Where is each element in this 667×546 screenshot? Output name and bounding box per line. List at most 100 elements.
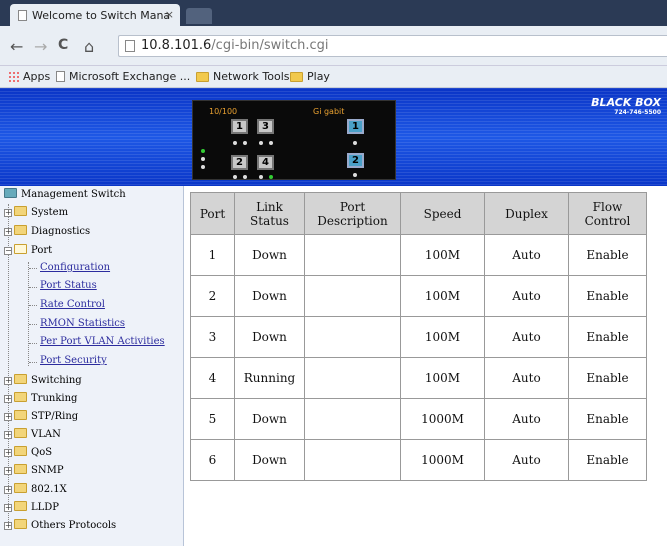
- port-status-table: Port Link Status Port Description Speed …: [190, 192, 647, 481]
- cell-port-description: [304, 398, 401, 440]
- folder-icon: [14, 428, 27, 438]
- table-row: 4 Running 100M Auto Enable: [190, 357, 647, 399]
- cell-link-status: Down: [234, 398, 305, 440]
- cell-flow-control: Enable: [568, 234, 647, 276]
- sidebar-item-system[interactable]: + System: [4, 206, 68, 218]
- cell-flow-control: Enable: [568, 316, 647, 358]
- expand-icon[interactable]: +: [4, 431, 12, 439]
- forward-button[interactable]: →: [34, 37, 47, 56]
- bookmark-play[interactable]: Play: [290, 70, 330, 83]
- folder-icon: [14, 374, 27, 384]
- sidebar-link-per-port-vlan[interactable]: Per Port VLAN Activities: [40, 336, 165, 347]
- cell-link-status: Down: [234, 316, 305, 358]
- cell-port: 3: [190, 316, 235, 358]
- collapse-icon[interactable]: −: [4, 247, 12, 255]
- tab-title: Welcome to Switch Mana: [32, 9, 171, 22]
- expand-icon[interactable]: +: [4, 413, 12, 421]
- cell-port: 6: [190, 439, 235, 481]
- sidebar-item-port[interactable]: − Port: [4, 244, 52, 256]
- table-header-row: Port Link Status Port Description Speed …: [190, 192, 647, 235]
- cell-port-description: [304, 439, 401, 481]
- bookmarks-bar: Apps Microsoft Exchange ... Network Tool…: [0, 66, 667, 88]
- cell-duplex: Auto: [484, 357, 569, 399]
- expand-icon[interactable]: +: [4, 467, 12, 475]
- column-header-port: Port: [190, 192, 235, 235]
- tree-branch: [29, 324, 37, 325]
- port-led: [243, 175, 247, 179]
- bookmark-exchange[interactable]: Microsoft Exchange ...: [56, 70, 190, 83]
- folder-icon: [196, 72, 209, 82]
- port-led: [233, 141, 237, 145]
- sidebar-item-diagnostics[interactable]: + Diagnostics: [4, 225, 90, 237]
- tree-branch: [29, 287, 37, 288]
- network-icon: [4, 188, 17, 198]
- sidebar-item-8021x[interactable]: +802.1X: [4, 483, 67, 495]
- sidebar-item-lldp[interactable]: + LLDP: [4, 501, 59, 513]
- cell-link-status: Down: [234, 275, 305, 317]
- expand-icon[interactable]: +: [4, 209, 12, 217]
- port-led: [353, 141, 357, 145]
- bookmark-network-tools[interactable]: Network Tools: [196, 70, 290, 83]
- cell-speed: 100M: [400, 357, 485, 399]
- tree-guide: [28, 262, 29, 366]
- gigabit-port-1-icon[interactable]: 1: [347, 119, 364, 134]
- tree-root[interactable]: Management Switch: [4, 188, 126, 200]
- browser-tab[interactable]: Welcome to Switch Mana ×: [10, 4, 180, 26]
- sidebar-item-snmp[interactable]: + SNMP: [4, 464, 64, 476]
- port-1-icon[interactable]: 1: [231, 119, 248, 134]
- column-header-flow-control: Flow Control: [568, 192, 647, 235]
- port-led: [259, 141, 263, 145]
- table-row: 3 Down 100M Auto Enable: [190, 316, 647, 358]
- sidebar-link-rate-control[interactable]: Rate Control: [40, 299, 105, 310]
- sidebar-item-stp-ring[interactable]: + STP/Ring: [4, 410, 78, 422]
- sidebar-item-switching[interactable]: + Switching: [4, 374, 82, 386]
- cell-flow-control: Enable: [568, 357, 647, 399]
- gigabit-port-2-icon[interactable]: 2: [347, 153, 364, 168]
- port-4-icon[interactable]: 4: [257, 155, 274, 170]
- port-3-icon[interactable]: 3: [257, 119, 274, 134]
- sidebar-item-trunking[interactable]: + Trunking: [4, 392, 77, 404]
- sidebar-link-configuration[interactable]: Configuration: [40, 262, 110, 273]
- browser-tabstrip: Welcome to Switch Mana ×: [0, 0, 667, 26]
- sidebar-item-vlan[interactable]: + VLAN: [4, 428, 61, 440]
- new-tab-button[interactable]: [186, 8, 212, 24]
- expand-icon[interactable]: +: [4, 486, 12, 494]
- port-led: [233, 175, 237, 179]
- address-bar[interactable]: 10.8.101.6/cgi-bin/switch.cgi: [118, 35, 667, 57]
- fe-speed-label: 10/100: [209, 107, 238, 116]
- expand-icon[interactable]: +: [4, 522, 12, 530]
- cell-speed: 100M: [400, 275, 485, 317]
- apps-icon: [8, 71, 19, 82]
- cell-flow-control: Enable: [568, 439, 647, 481]
- expand-icon[interactable]: +: [4, 449, 12, 457]
- expand-icon[interactable]: +: [4, 377, 12, 385]
- cell-speed: 1000M: [400, 439, 485, 481]
- table-row: 1 Down 100M Auto Enable: [190, 234, 647, 276]
- home-button[interactable]: ⌂: [84, 37, 94, 56]
- sidebar-item-others-protocols[interactable]: + Others Protocols: [4, 519, 116, 531]
- sidebar-item-qos[interactable]: + QoS: [4, 446, 52, 458]
- port-led-active: [269, 175, 273, 179]
- sidebar-link-rmon-statistics[interactable]: RMON Statistics: [40, 318, 125, 329]
- folder-icon: [14, 483, 27, 493]
- expand-icon[interactable]: +: [4, 395, 12, 403]
- cell-port-description: [304, 316, 401, 358]
- cell-port-description: [304, 234, 401, 276]
- close-tab-icon[interactable]: ×: [165, 8, 174, 21]
- reload-button[interactable]: C: [58, 37, 68, 53]
- cell-link-status: Down: [234, 439, 305, 481]
- port-led: [259, 175, 263, 179]
- back-button[interactable]: ←: [10, 37, 23, 56]
- sidebar-link-port-status[interactable]: Port Status: [40, 280, 97, 291]
- column-header-port-description: Port Description: [304, 192, 401, 235]
- power-led: [201, 149, 205, 153]
- sidebar-link-port-security[interactable]: Port Security: [40, 355, 107, 366]
- expand-icon[interactable]: +: [4, 228, 12, 236]
- expand-icon[interactable]: +: [4, 504, 12, 512]
- bookmark-apps[interactable]: Apps: [8, 70, 50, 83]
- header-banner: 10/100 Gi gabit 1 3 2 4 1 2 BLACK BOX 72…: [0, 88, 667, 186]
- port-2-icon[interactable]: 2: [231, 155, 248, 170]
- cell-link-status: Running: [234, 357, 305, 399]
- cell-duplex: Auto: [484, 234, 569, 276]
- folder-icon: [14, 519, 27, 529]
